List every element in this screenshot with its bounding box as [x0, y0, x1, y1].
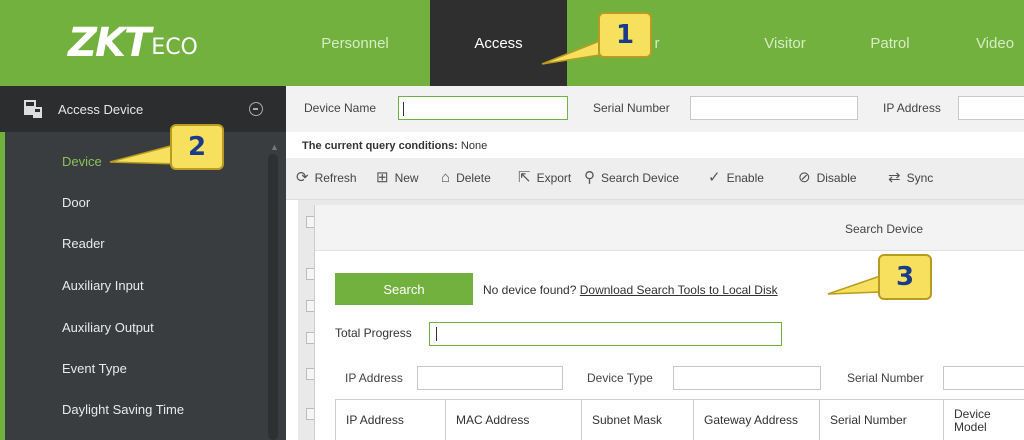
dialog-serial-label: Serial Number [847, 371, 924, 385]
query-conditions: The current query conditions: None [302, 140, 488, 152]
disable-button[interactable]: ⊘ Disable [798, 170, 857, 185]
nav-video[interactable]: Video [950, 0, 1024, 86]
sidebar-item-door[interactable]: Door [62, 195, 90, 210]
sidebar-group-access-device[interactable]: Access Device [0, 86, 286, 132]
disable-icon: ⊘ [798, 169, 811, 186]
sidebar-item-daylight-saving-time[interactable]: Daylight Saving Time [62, 402, 184, 417]
scroll-up-icon[interactable]: ▲ [270, 142, 279, 152]
ip-address-input[interactable] [958, 96, 1024, 120]
logo-text: ZKT [68, 20, 151, 66]
sidebar-accent-bar [0, 132, 5, 440]
callout-1: 1 [598, 12, 652, 58]
column-header[interactable]: Serial Number [820, 400, 944, 440]
results-grid-header: IP Address MAC Address Subnet Mask Gatew… [335, 399, 1024, 440]
search-button[interactable]: Search [335, 273, 473, 305]
total-progress-label: Total Progress [335, 326, 412, 340]
filter-bar: Device Name Serial Number IP Address [286, 86, 1024, 132]
collapse-icon[interactable] [249, 102, 263, 116]
sync-button[interactable]: ⇄ Sync [888, 170, 933, 185]
logo-subtext: ECO [151, 34, 198, 60]
device-name-input[interactable] [398, 96, 568, 120]
device-name-label: Device Name [304, 101, 377, 115]
new-button[interactable]: ⊞ New [376, 170, 419, 185]
top-nav-bar: ZKT ECO Personnel Access r Visitor Patro… [0, 0, 1024, 86]
callout-3: 3 [878, 254, 932, 300]
export-icon: ⇱ [518, 169, 531, 186]
column-header[interactable]: IP Address [336, 400, 446, 440]
serial-number-label: Serial Number [593, 101, 670, 115]
search-device-button[interactable]: ⚲ Search Device [584, 170, 679, 185]
export-button[interactable]: ⇱ Export [518, 170, 571, 185]
sync-icon: ⇄ [888, 169, 901, 186]
device-icon [24, 100, 42, 118]
ip-address-label: IP Address [883, 101, 941, 115]
delete-button[interactable]: ⌂ Delete [441, 170, 491, 185]
trash-icon: ⌂ [441, 169, 451, 186]
column-header[interactable]: MAC Address [446, 400, 582, 440]
zkteco-logo: ZKT ECO [0, 0, 280, 86]
sidebar-item-reader[interactable]: Reader [62, 236, 105, 251]
nav-patrol[interactable]: Patrol [840, 0, 940, 86]
refresh-icon: ⟳ [296, 169, 309, 186]
dialog-ip-input[interactable] [417, 366, 563, 390]
dialog-titlebar: Search Device [315, 205, 1024, 251]
callout-arrow-3 [827, 274, 881, 295]
dialog-serial-input[interactable] [943, 366, 1024, 390]
enable-button[interactable]: ✓ Enable [708, 170, 764, 185]
sidebar-group-label: Access Device [58, 101, 144, 117]
sidebar-item-auxiliary-input[interactable]: Auxiliary Input [62, 278, 144, 293]
nav-personnel[interactable]: Personnel [280, 0, 430, 86]
serial-number-input[interactable] [690, 96, 858, 120]
search-device-dialog: Search Device Search No device found? Do… [314, 205, 1024, 440]
download-search-tools-link[interactable]: Download Search Tools to Local Disk [580, 283, 778, 297]
callout-2: 2 [170, 124, 224, 170]
search-hint: No device found? Download Search Tools t… [483, 283, 778, 297]
sidebar-item-device[interactable]: Device [62, 154, 102, 169]
sidebar-item-event-type[interactable]: Event Type [62, 361, 127, 376]
dialog-ip-label: IP Address [345, 371, 403, 385]
sidebar-scrollbar[interactable] [268, 154, 278, 440]
search-icon: ⚲ [584, 169, 595, 186]
column-header[interactable]: Gateway Address [694, 400, 820, 440]
sidebar-item-auxiliary-output[interactable]: Auxiliary Output [62, 320, 154, 335]
total-progress-bar [429, 322, 782, 346]
column-header[interactable]: Subnet Mask [582, 400, 694, 440]
toolbar: ⟳ Refresh ⊞ New ⌂ Delete ⇱ Export ⚲ Search De… [286, 158, 1024, 200]
column-header[interactable]: Device Model [944, 400, 1024, 440]
dialog-device-type-input[interactable] [673, 366, 821, 390]
check-icon: ✓ [708, 169, 721, 186]
dialog-filter-row: IP Address Device Type Serial Number [335, 358, 1024, 398]
new-icon: ⊞ [376, 169, 389, 186]
nav-visitor[interactable]: Visitor [730, 0, 840, 86]
dialog-title: Search Device [845, 222, 924, 236]
dialog-device-type-label: Device Type [587, 371, 653, 385]
refresh-button[interactable]: ⟳ Refresh [296, 170, 357, 185]
